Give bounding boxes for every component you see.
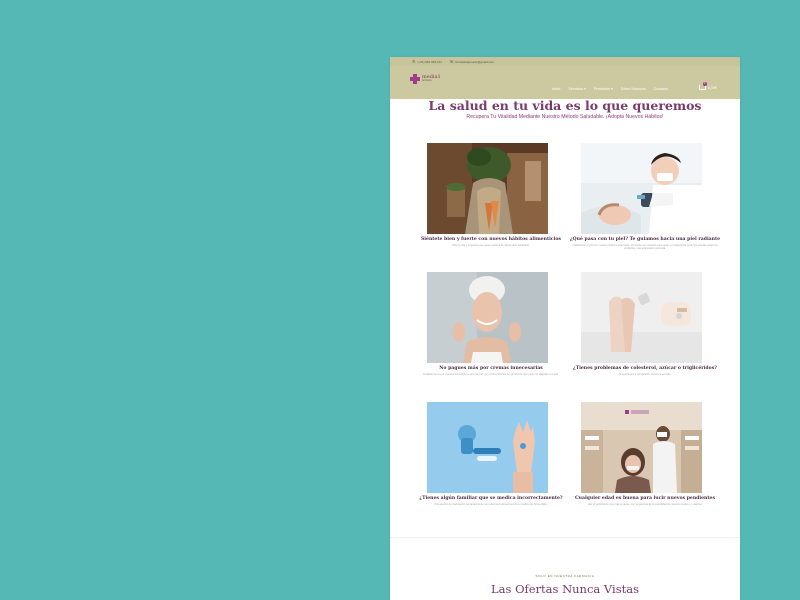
pharmacy-cross-icon (410, 74, 420, 84)
card-description: Te ayudamos a controlarlos de forma senc… (618, 373, 672, 376)
mail-icon: ✉ (449, 58, 454, 64)
card-title: ¿Tienes algún familiar que se medica inc… (419, 496, 563, 501)
page-title: La salud en tu vida es lo que queremos (428, 98, 702, 113)
cart-total: 0,00€ (708, 85, 717, 90)
cart-count-badge: 0 (703, 82, 707, 86)
card-title: Cualquier edad es buena para lucir nuevo… (574, 496, 716, 501)
phone-text: (+34) 981 933 101 (417, 59, 442, 64)
offers-kicker: SOLO EN NUESTRA FARMACIA (535, 574, 595, 578)
nav-contacto[interactable]: Contacto (654, 87, 668, 91)
nav-servicios[interactable]: Servicios ▾ (568, 87, 585, 91)
card-title: ¿Tienes problemas de colesterol, azúcar … (573, 366, 717, 371)
website-page: ✆ (+34) 981 933 101 ✉ farmaciaejemplo@gm… (390, 57, 740, 600)
cart-button[interactable]: 0 0,00€ (699, 82, 717, 90)
offers-title: Las Ofertas Nunca Vistas (491, 582, 639, 596)
card-description: Haz el perforación que más te guste, con… (587, 503, 703, 506)
card-title: Siéntete bien y fuerte con nuevos hábito… (420, 237, 562, 242)
site-logo[interactable]: media1 farmacia (410, 74, 441, 84)
card-title: No pagues más por cremas innecesarias (439, 366, 543, 371)
top-contact-bar: ✆ (+34) 981 933 101 ✉ farmaciaejemplo@gm… (390, 57, 740, 66)
logo-subtitle: farmacia (422, 79, 432, 83)
card-description: Pide tu cita y empieza una nueva manera … (452, 244, 530, 247)
glucose-test-photo[interactable] (581, 272, 702, 363)
email-link[interactable]: ✉ farmaciaejemplo@gmail.com (449, 58, 495, 64)
main-header: media1 farmacia Inicio Servicios ▾ Produ… (390, 66, 740, 99)
facial-treatment-photo[interactable] (581, 143, 702, 234)
card-description: Analizamos con la máxima tecnología tu t… (423, 373, 559, 376)
card-description: Preparamos la medicación semanalmente co… (434, 503, 548, 506)
nav-productos[interactable]: Productos ▾ (594, 87, 613, 91)
email-text: farmaciaejemplo@gmail.com (455, 59, 495, 64)
smiling-woman-cream-photo[interactable] (427, 272, 548, 363)
phone-link[interactable]: ✆ (+34) 981 933 101 (412, 58, 442, 64)
medication-hand-photo[interactable] (427, 402, 548, 493)
phone-icon: ✆ (412, 58, 416, 64)
nav-inicio[interactable]: Inicio (552, 87, 560, 91)
page-subtitle: Recupera Tu Vitalidad Mediante Nuestro M… (466, 114, 664, 120)
cart-icon: 0 (699, 82, 707, 90)
card-description: Analizamos tu piel con nuestro sistema a… (572, 244, 718, 251)
woman-with-vegetables-photo[interactable] (427, 143, 548, 234)
main-nav: Inicio Servicios ▾ Productos ▾ Sobre Nos… (552, 87, 668, 91)
section-divider (390, 537, 740, 538)
card-title: ¿Qué pasa con tu piel? Te guiamos hacia … (569, 237, 721, 242)
ear-piercing-photo[interactable] (581, 402, 702, 493)
nav-sobre-nosotros[interactable]: Sobre Nosotros (621, 87, 646, 91)
